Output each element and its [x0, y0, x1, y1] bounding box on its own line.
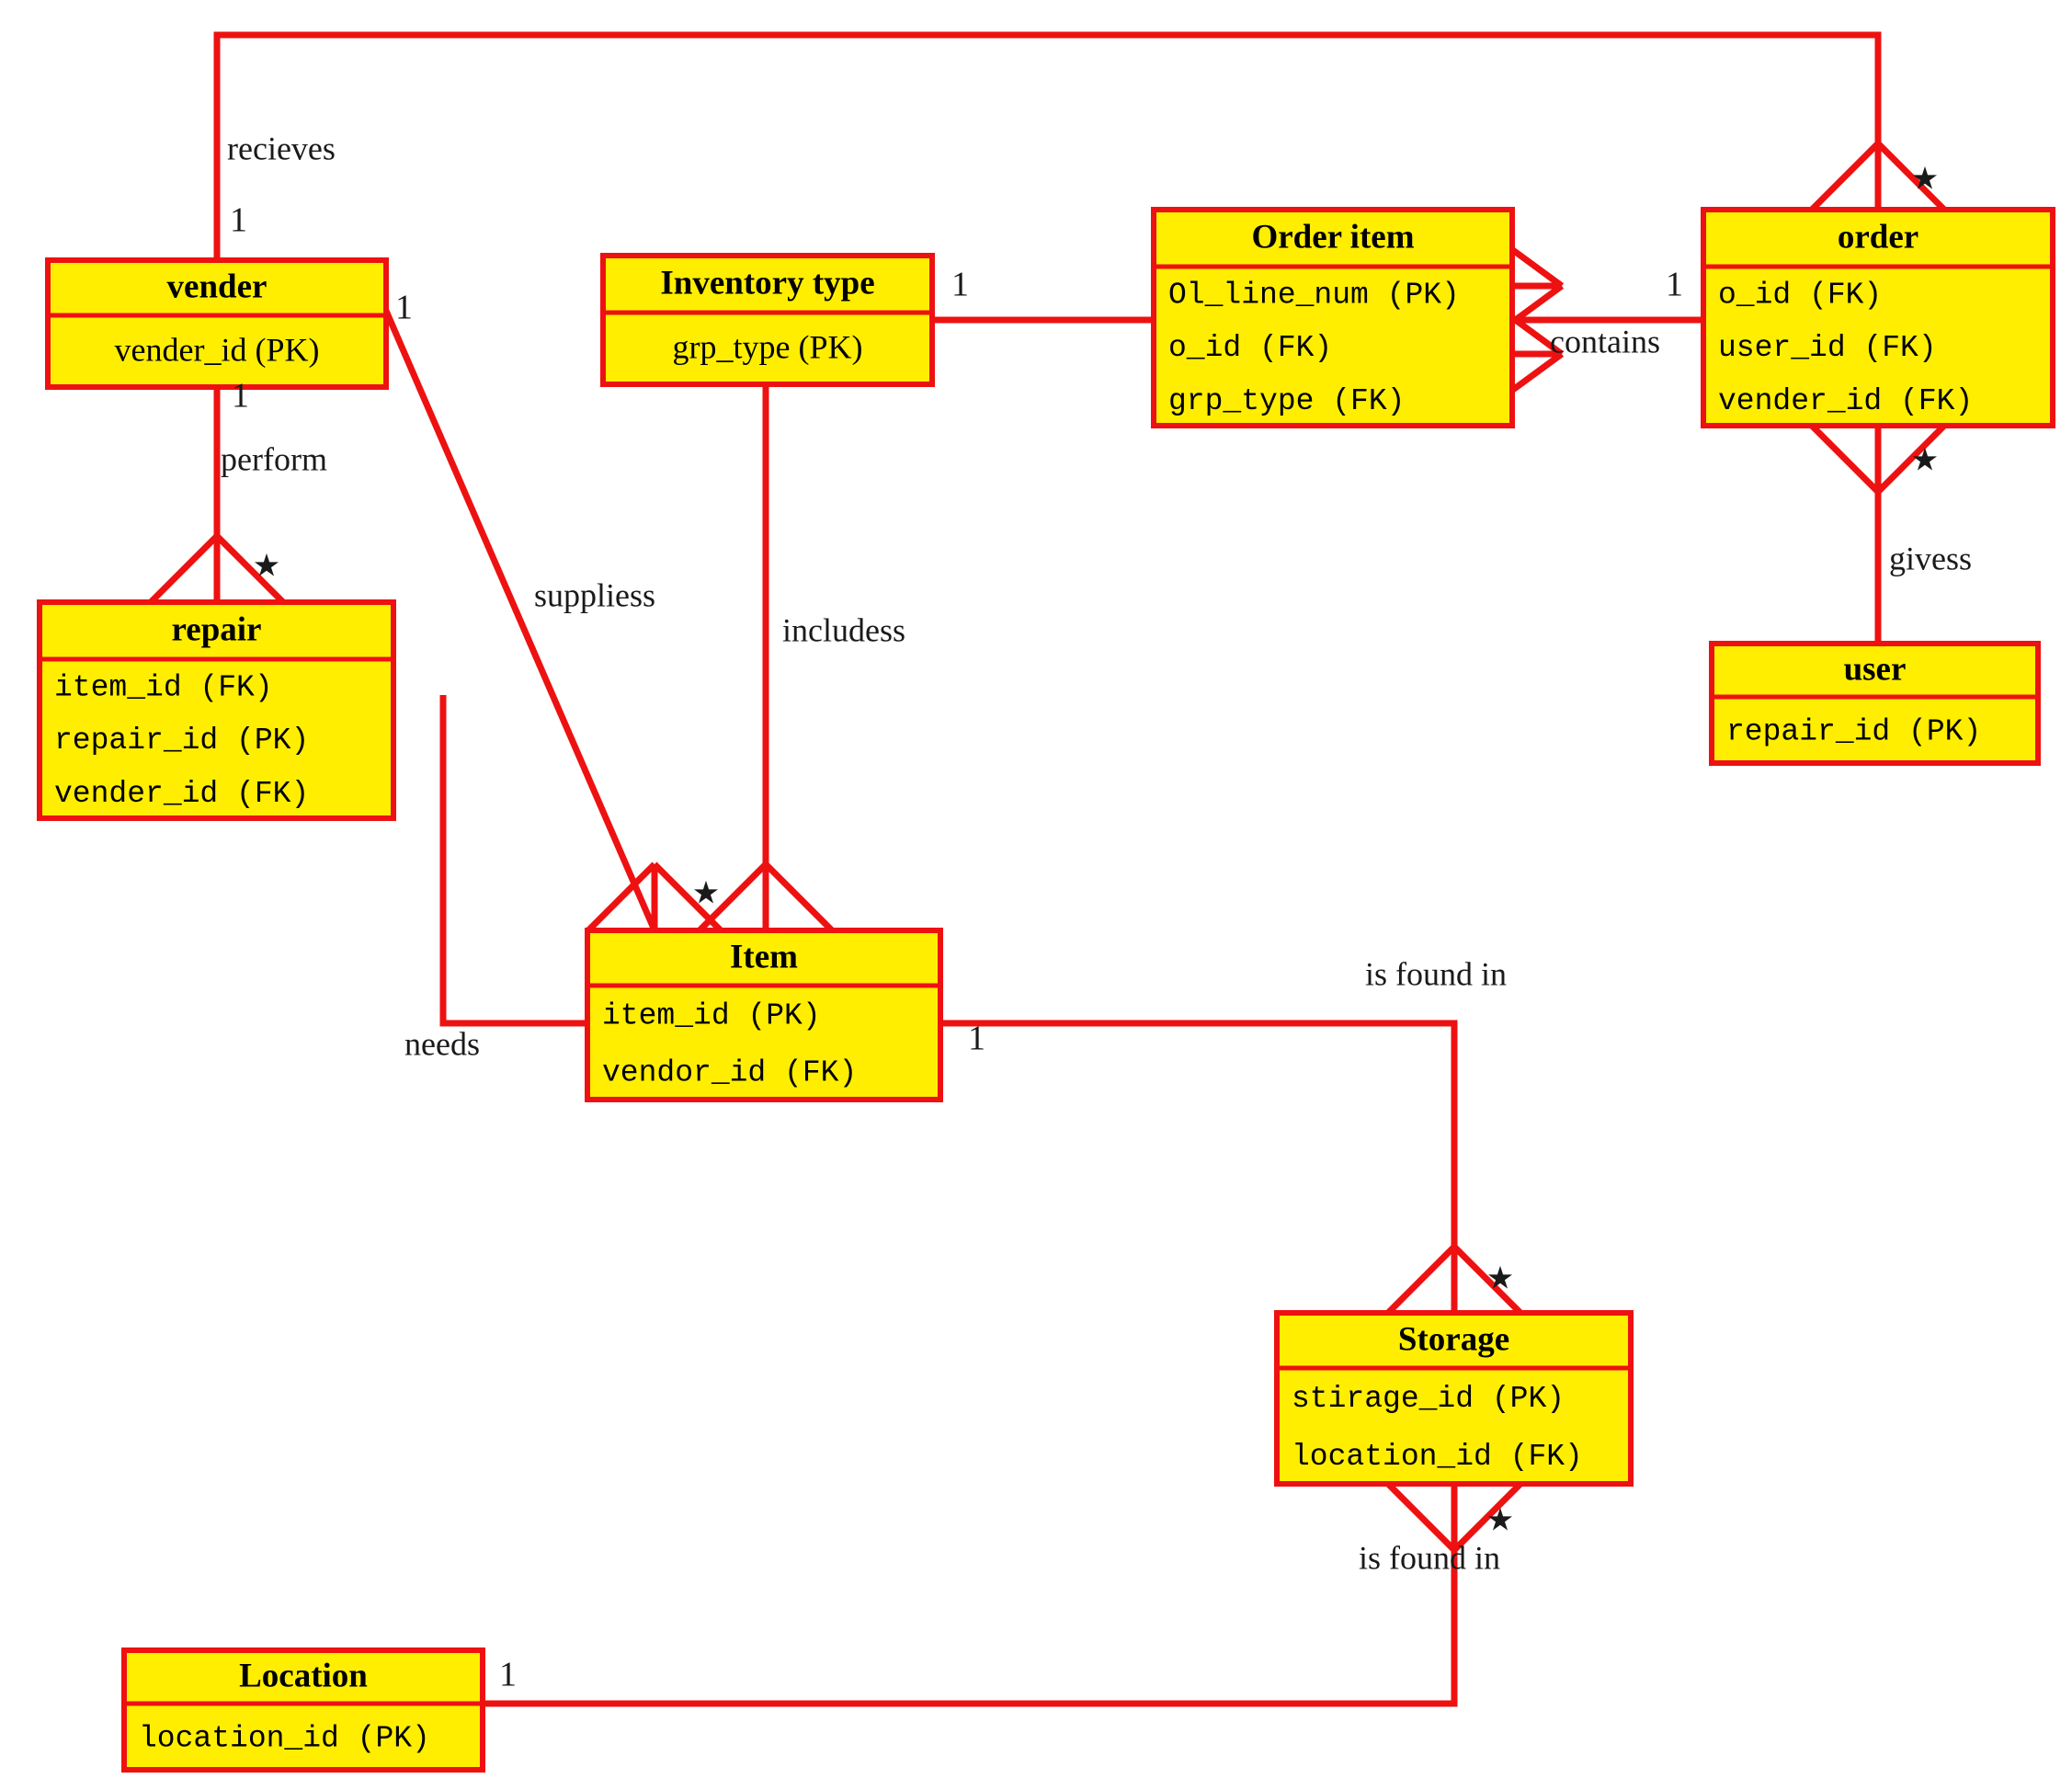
- entity-location[interactable]: Location location_id (PK): [121, 1647, 485, 1773]
- entity-user[interactable]: user repair_id (PK): [1709, 641, 2041, 766]
- entity-repair[interactable]: repair item_id (FK) repair_id (PK) vender_i…: [37, 599, 396, 821]
- relationship-label-perform: perform: [221, 440, 327, 477]
- relationship-label-givess: givess: [1889, 540, 1972, 576]
- entity-attribute: vender_id (FK): [54, 777, 309, 811]
- er-diagram-root: vender vender_id (PK) Inventory type grp_ty…: [0, 0, 2072, 1790]
- star-order-recieves: ★: [1911, 161, 1939, 198]
- entity-title-item: Item: [730, 938, 798, 975]
- star-repair-perform: ★: [253, 548, 280, 585]
- entity-title-inventory_type: Inventory type: [660, 264, 874, 302]
- card-invtype-orderitem: 1: [951, 266, 969, 304]
- star-item-suppliess: ★: [692, 875, 720, 912]
- card-vender-suppliess: 1: [395, 289, 413, 327]
- entity-inventory_type[interactable]: Inventory type grp_type (PK): [600, 253, 935, 387]
- edge-vender-order: [213, 31, 1882, 260]
- entity-attribute: user_id (FK): [1718, 331, 1937, 365]
- entity-title-order_item: Order item: [1251, 218, 1414, 256]
- entity-title-storage: Storage: [1398, 1320, 1509, 1358]
- entity-attribute: o_id (FK): [1168, 331, 1332, 365]
- entity-attribute: Ol_line_num (PK): [1168, 279, 1460, 313]
- star-order-givess: ★: [1911, 442, 1939, 479]
- relationship-label-suppliess: suppliess: [534, 576, 655, 613]
- star-storage-foundin-bottom: ★: [1486, 1502, 1514, 1539]
- entity-attribute: repair_id (PK): [54, 724, 309, 758]
- entity-attribute: location_id (FK): [1292, 1440, 1583, 1474]
- card-order-contains: 1: [1666, 266, 1683, 304]
- entity-boxes-layer: vender vender_id (PK) Inventory type grp_ty…: [37, 207, 2055, 1773]
- entity-attribute: grp_type (PK): [673, 328, 863, 365]
- entity-attribute: item_id (FK): [54, 671, 273, 705]
- card-vender-recieves: 1: [230, 201, 247, 240]
- card-vender-perform: 1: [232, 377, 249, 416]
- entity-title-repair: repair: [172, 610, 262, 648]
- relationship-label-recieves: recieves: [227, 130, 336, 166]
- entity-order_item[interactable]: Order item Ol_line_num (PK) o_id (FK) grp_t…: [1151, 207, 1515, 428]
- entity-attribute: location_id (PK): [139, 1722, 430, 1756]
- star-storage-foundin-top: ★: [1486, 1260, 1514, 1297]
- crow-orderitem-right-top: [1509, 246, 1565, 325]
- edge-repair-item: [439, 695, 587, 1027]
- entity-vender[interactable]: vender vender_id (PK): [45, 257, 389, 390]
- card-item-foundin: 1: [968, 1020, 985, 1058]
- entity-attribute: grp_type (FK): [1168, 384, 1405, 418]
- entity-order[interactable]: order o_id (FK) user_id (FK) vender_id (FK): [1701, 207, 2055, 428]
- er-diagram-canvas: vender vender_id (PK) Inventory type grp_ty…: [37, 31, 2055, 1773]
- entity-attribute: vendor_id (FK): [602, 1056, 857, 1090]
- entity-item[interactable]: Item item_id (PK) vendor_id (FK): [585, 928, 943, 1102]
- entity-attribute: repair_id (PK): [1726, 715, 1981, 749]
- entity-title-location: Location: [239, 1657, 368, 1694]
- relationship-label-contains: contains: [1550, 323, 1660, 359]
- entity-title-order: order: [1838, 218, 1918, 256]
- relationship-label-needs: needs: [404, 1025, 480, 1062]
- edge-storage-location: [483, 1484, 1458, 1707]
- edge-vender-item: [382, 309, 658, 932]
- entity-attribute: vender_id (PK): [115, 331, 320, 368]
- relationship-label-is_found_in_storage_location: is found in: [1359, 1539, 1500, 1576]
- entity-attribute: stirage_id (PK): [1292, 1382, 1565, 1416]
- relationship-label-includess: includess: [782, 611, 905, 648]
- entity-title-user: user: [1844, 650, 1907, 688]
- crows-foot-layer: [148, 141, 1947, 1553]
- relationship-label-is_found_in_item_storage: is found in: [1365, 955, 1507, 992]
- entity-attribute: item_id (PK): [602, 999, 821, 1033]
- entity-title-vender: vender: [167, 268, 268, 305]
- entity-attribute: vender_id (FK): [1718, 384, 1973, 418]
- edge-item-storage: [940, 1020, 1458, 1313]
- entity-storage[interactable]: Storage stirage_id (PK) location_id (FK): [1274, 1310, 1634, 1487]
- entity-attribute: o_id (FK): [1718, 279, 1882, 313]
- card-location-foundin: 1: [499, 1656, 517, 1694]
